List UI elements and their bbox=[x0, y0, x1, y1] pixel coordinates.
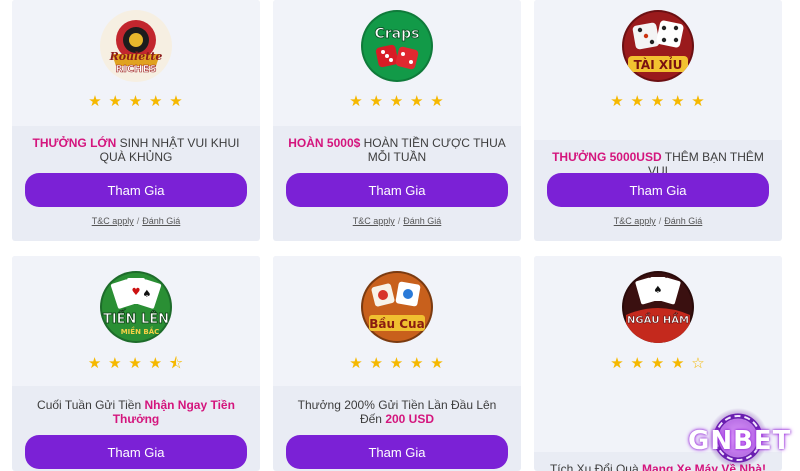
roulette-riches-logo-icon[interactable]: Roulette RICHES bbox=[100, 10, 172, 82]
promo-highlight: HOÀN 5000$ bbox=[288, 136, 361, 150]
tai-xiu-logo-icon[interactable]: TÀI XỈU bbox=[622, 10, 694, 82]
join-button[interactable]: Tham Gia bbox=[286, 173, 508, 207]
star-icon: ★ bbox=[349, 92, 364, 110]
star-empty-icon: ☆ bbox=[691, 354, 706, 372]
tc-apply-link[interactable]: T&C apply bbox=[614, 216, 656, 226]
promo-body: Tích Xu Đổi Quà bbox=[549, 462, 642, 471]
star-icon: ★ bbox=[87, 354, 103, 372]
star-icon: ★ bbox=[650, 92, 666, 110]
promo-card-roulette: Roulette RICHES ★ ★ ★ ★ ★ THƯỞNG LỚN SIN… bbox=[12, 0, 260, 241]
star-icon: ★ bbox=[349, 354, 364, 372]
tc-apply-link[interactable]: T&C apply bbox=[353, 216, 395, 226]
star-icon: ★ bbox=[630, 92, 645, 110]
star-icon: ★ bbox=[169, 92, 184, 110]
star-icon: ★ bbox=[630, 354, 645, 372]
star-icon: ★ bbox=[671, 92, 686, 110]
card-links: T&C apply / Đánh Giá bbox=[352, 216, 442, 226]
gnbet-wordmark: GNBET bbox=[688, 426, 792, 456]
svg-text:TIẾN LÊN: TIẾN LÊN bbox=[103, 310, 169, 327]
promo-card-bau-cua: Bầu Cua ★ ★ ★ ★ ★ Thưởng 200% Gửi Tiền L… bbox=[273, 256, 521, 471]
promo-text: Cuối Tuần Gửi Tiền Nhận Ngay Tiền Thưởng bbox=[24, 398, 248, 426]
star-icon: ★ bbox=[691, 92, 706, 110]
star-icon: ★ bbox=[610, 92, 625, 110]
join-button[interactable]: Tham Gia bbox=[25, 173, 247, 207]
svg-text:Bầu Cua: Bầu Cua bbox=[369, 317, 424, 331]
tc-apply-link[interactable]: T&C apply bbox=[92, 216, 134, 226]
promo-body: Cuối Tuần Gửi Tiền bbox=[37, 398, 145, 412]
star-icon: ★ bbox=[671, 354, 686, 372]
tien-len-logo-icon[interactable]: ♥ ♠ TIẾN LÊN MIỀN BẮC bbox=[100, 271, 172, 343]
promo-highlight: THƯỞNG LỚN bbox=[32, 136, 117, 150]
join-button[interactable]: Tham Gia bbox=[547, 173, 769, 207]
star-icon: ★ bbox=[108, 92, 123, 110]
review-link[interactable]: Đánh Giá bbox=[664, 216, 702, 226]
ngau-ham-logo-icon[interactable]: ♠ NGẦU HẦM bbox=[622, 271, 694, 343]
svg-text:♠: ♠ bbox=[143, 289, 152, 300]
svg-text:♥: ♥ bbox=[132, 287, 141, 298]
promo-text: THƯỞNG LỚN SINH NHẬT VUI KHUI QUÀ KHỦNG bbox=[24, 136, 248, 164]
svg-text:RICHES: RICHES bbox=[115, 64, 156, 75]
star-icon: ★ bbox=[108, 354, 123, 372]
star-icon: ★ bbox=[610, 354, 625, 372]
promo-body: SINH NHẬT VUI KHUI QUÀ KHỦNG bbox=[99, 136, 240, 164]
svg-text:MIỀN BẮC: MIỀN BẮC bbox=[121, 326, 160, 336]
star-icon: ★ bbox=[149, 92, 164, 110]
rating-stars: ★ ★ ★ ★ ⯪ bbox=[12, 354, 260, 372]
star-icon: ★ bbox=[410, 354, 425, 372]
bau-cua-logo-icon[interactable]: Bầu Cua bbox=[361, 271, 433, 343]
promo-card-craps: Craps ★ ★ ★ ★ ★ HOÀN 5000$ HOÀN TIỀN CƯỢ… bbox=[273, 0, 521, 241]
svg-text:NGẦU HẦM: NGẦU HẦM bbox=[627, 312, 689, 326]
promo-card-tai-xiu: TÀI XỈU ★ ★ ★ ★ ★ THƯỞNG 5000USD THÊM BẠ… bbox=[534, 0, 782, 241]
star-icon: ★ bbox=[650, 354, 666, 372]
star-icon: ★ bbox=[369, 354, 384, 372]
join-button[interactable]: Tham Gia bbox=[25, 435, 247, 469]
rating-stars: ★ ★ ★ ★ ★ bbox=[273, 92, 521, 110]
svg-text:♠: ♠ bbox=[654, 285, 663, 296]
promo-highlight: THƯỞNG 5000USD bbox=[552, 150, 662, 164]
rating-stars: ★ ★ ★ ★ ☆ bbox=[534, 354, 782, 372]
star-icon: ★ bbox=[410, 92, 425, 110]
rating-stars: ★ ★ ★ ★ ★ bbox=[12, 92, 260, 110]
star-icon: ★ bbox=[128, 354, 143, 372]
star-icon: ★ bbox=[88, 92, 103, 110]
star-icon: ★ bbox=[369, 92, 384, 110]
review-link[interactable]: Đánh Giá bbox=[403, 216, 441, 226]
promo-card-tien-len: ♥ ♠ TIẾN LÊN MIỀN BẮC ★ ★ ★ ★ ⯪ Cuối Tuầ… bbox=[12, 256, 260, 471]
star-icon: ★ bbox=[430, 354, 445, 372]
star-icon: ★ bbox=[430, 92, 445, 110]
promo-text: Thưởng 200% Gửi Tiền Lần Đầu Lên Đến 200… bbox=[285, 398, 509, 426]
star-icon: ★ bbox=[389, 92, 405, 110]
gnbet-watermark-logo: GNBET bbox=[676, 404, 800, 471]
join-button[interactable]: Tham Gia bbox=[286, 435, 508, 469]
svg-text:Craps: Craps bbox=[375, 26, 420, 42]
promo-body: HOÀN TIỀN CƯỢC THUA MỖI TUẦN bbox=[360, 136, 506, 164]
star-half-icon: ⯪ bbox=[168, 354, 185, 372]
svg-text:Roulette: Roulette bbox=[109, 50, 163, 63]
card-links: T&C apply / Đánh Giá bbox=[91, 216, 181, 226]
star-icon: ★ bbox=[389, 354, 405, 372]
star-icon: ★ bbox=[128, 92, 144, 110]
star-icon: ★ bbox=[148, 354, 164, 372]
rating-stars: ★ ★ ★ ★ ★ bbox=[534, 92, 782, 110]
card-links: T&C apply / Đánh Giá bbox=[613, 216, 703, 226]
promo-text: HOÀN 5000$ HOÀN TIỀN CƯỢC THUA MỖI TUẦN bbox=[285, 136, 509, 164]
review-link[interactable]: Đánh Giá bbox=[142, 216, 180, 226]
rating-stars: ★ ★ ★ ★ ★ bbox=[273, 354, 521, 372]
craps-logo-icon[interactable]: Craps bbox=[361, 10, 433, 82]
promo-highlight: 200 USD bbox=[385, 412, 435, 426]
svg-text:TÀI XỈU: TÀI XỈU bbox=[634, 56, 683, 72]
